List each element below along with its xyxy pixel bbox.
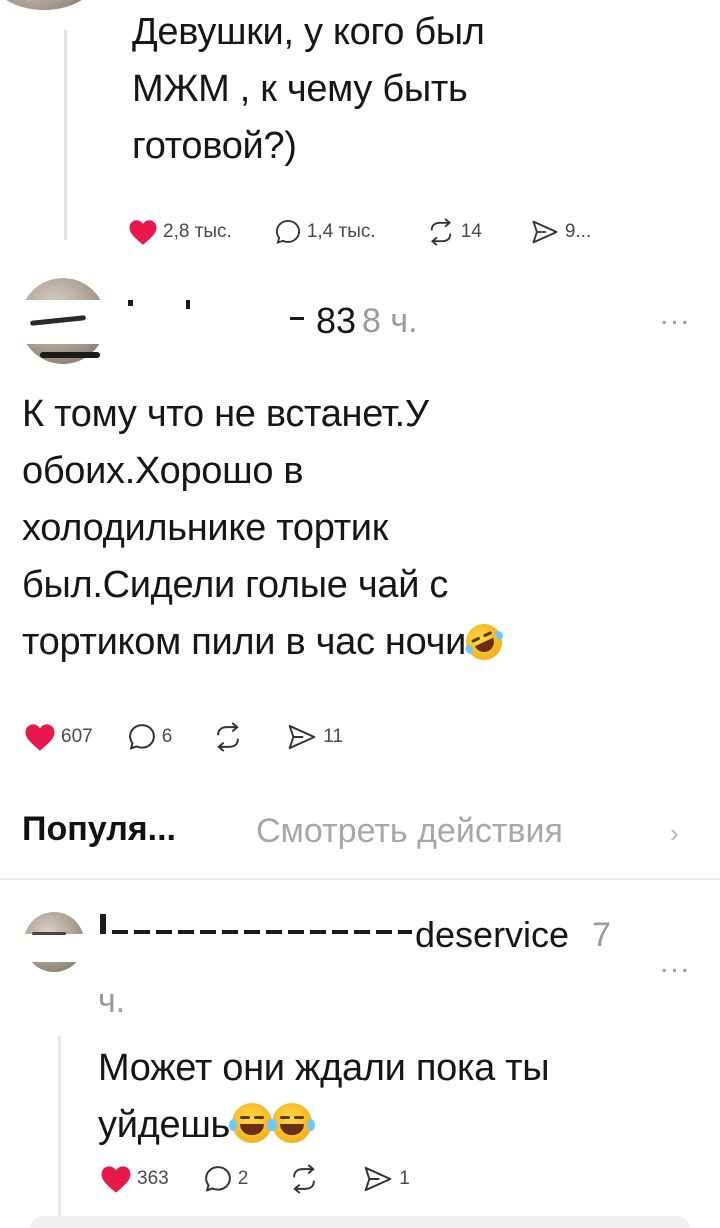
post-text-line: тортиком пили в час ночи xyxy=(22,614,508,671)
repost-count: 14 xyxy=(460,221,482,242)
post-actions: 2,8 тыс. 1,4 тыс. 14 9... xyxy=(128,218,625,246)
censor-stroke xyxy=(290,317,304,320)
censor-stroke xyxy=(186,300,190,309)
post-time: 8 ч. xyxy=(362,302,418,340)
share-button[interactable]: 1 xyxy=(362,1164,410,1194)
share-count: 11 xyxy=(323,726,344,747)
share-count: 9... xyxy=(564,221,592,242)
joy-emoji-icon xyxy=(269,1103,316,1143)
repost-icon xyxy=(293,1164,316,1194)
comment-bubble-icon xyxy=(128,724,155,750)
post-actions: 607 6 11 xyxy=(24,722,377,752)
share-button[interactable]: 11 xyxy=(286,722,343,752)
send-icon xyxy=(532,220,558,244)
like-count: 607 xyxy=(61,726,93,747)
post-text-line: МЖМ , к чему быть xyxy=(132,68,468,110)
username[interactable]: 83 xyxy=(316,300,356,342)
comment-count: 1,4 тыс. xyxy=(306,221,376,242)
rofl-emoji-icon xyxy=(460,618,508,666)
repost-icon xyxy=(430,218,451,246)
post-text-fragment: уйдешь xyxy=(98,1104,231,1146)
post-text-line: К тому что не встанет.У xyxy=(22,393,429,435)
tab-popular[interactable]: Популя... xyxy=(22,810,176,849)
repost-button[interactable] xyxy=(288,1164,320,1194)
post-text-line: Может они ждали пока ты xyxy=(98,1047,550,1089)
comment-count: 6 xyxy=(161,726,173,747)
post-text: Может они ждали пока ты уйдешь xyxy=(98,1040,550,1154)
post-time-suffix: ч. xyxy=(98,982,126,1020)
chevron-right-icon: › xyxy=(670,818,679,848)
send-icon xyxy=(288,724,316,750)
censor-stroke xyxy=(100,914,106,934)
comment-count: 2 xyxy=(237,1168,249,1189)
post-text-line: готовой?) xyxy=(132,125,297,167)
comment-button[interactable]: 2 xyxy=(203,1164,249,1194)
post-text: Девушки, у кого был МЖМ , к чему быть го… xyxy=(132,4,485,175)
post-text-fragment: тортиком пили в час ночи xyxy=(22,621,467,663)
heart-filled-icon xyxy=(101,1165,131,1193)
share-button[interactable]: 9... xyxy=(530,218,591,246)
censor-stroke xyxy=(40,352,100,358)
post-text-line: обоих.Хорошо в xyxy=(22,450,304,492)
joy-emoji-icon xyxy=(229,1103,276,1143)
post-text: К тому что не встанет.У обоих.Хорошо в х… xyxy=(22,386,508,671)
like-count: 2,8 тыс. xyxy=(163,221,232,242)
more-options-button[interactable]: ... xyxy=(660,298,691,332)
like-count: 363 xyxy=(137,1168,169,1189)
censor-stroke xyxy=(32,932,66,935)
post-actions: 363 2 1 xyxy=(100,1164,444,1194)
avatar[interactable] xyxy=(0,0,98,10)
post-text-line: холодильнике тортик xyxy=(22,507,389,549)
like-button[interactable]: 363 xyxy=(100,1165,169,1194)
post-text-line: был.Сидели голые чай с xyxy=(22,564,449,606)
bottom-sheet-edge xyxy=(30,1216,690,1228)
username[interactable]: deservice xyxy=(415,914,569,956)
share-count: 1 xyxy=(399,1168,410,1189)
view-activity-link[interactable]: Смотреть действия xyxy=(256,812,563,851)
repost-button[interactable] xyxy=(212,722,244,752)
divider xyxy=(0,878,720,880)
repost-icon xyxy=(217,722,240,752)
like-button[interactable]: 2,8 тыс. xyxy=(128,219,232,246)
comment-bubble-icon xyxy=(204,1166,231,1192)
repost-button[interactable]: 14 xyxy=(426,218,482,246)
thread-line xyxy=(64,30,67,240)
send-icon xyxy=(364,1166,392,1192)
comment-button[interactable]: 6 xyxy=(127,722,173,752)
heart-filled-icon xyxy=(25,723,55,751)
comment-button[interactable]: 1,4 тыс. xyxy=(274,218,376,246)
like-button[interactable]: 607 xyxy=(24,723,93,752)
heart-filled-icon xyxy=(129,219,157,245)
post-text-line: уйдешь xyxy=(98,1097,549,1154)
censor-stroke xyxy=(128,300,133,306)
comment-bubble-icon xyxy=(275,219,300,244)
thread-line xyxy=(58,1036,61,1226)
post-text-line: Девушки, у кого был xyxy=(132,11,485,53)
post-time: 7 xyxy=(592,916,611,954)
more-options-button[interactable]: ... xyxy=(660,946,691,980)
censor-stroke xyxy=(112,930,412,934)
